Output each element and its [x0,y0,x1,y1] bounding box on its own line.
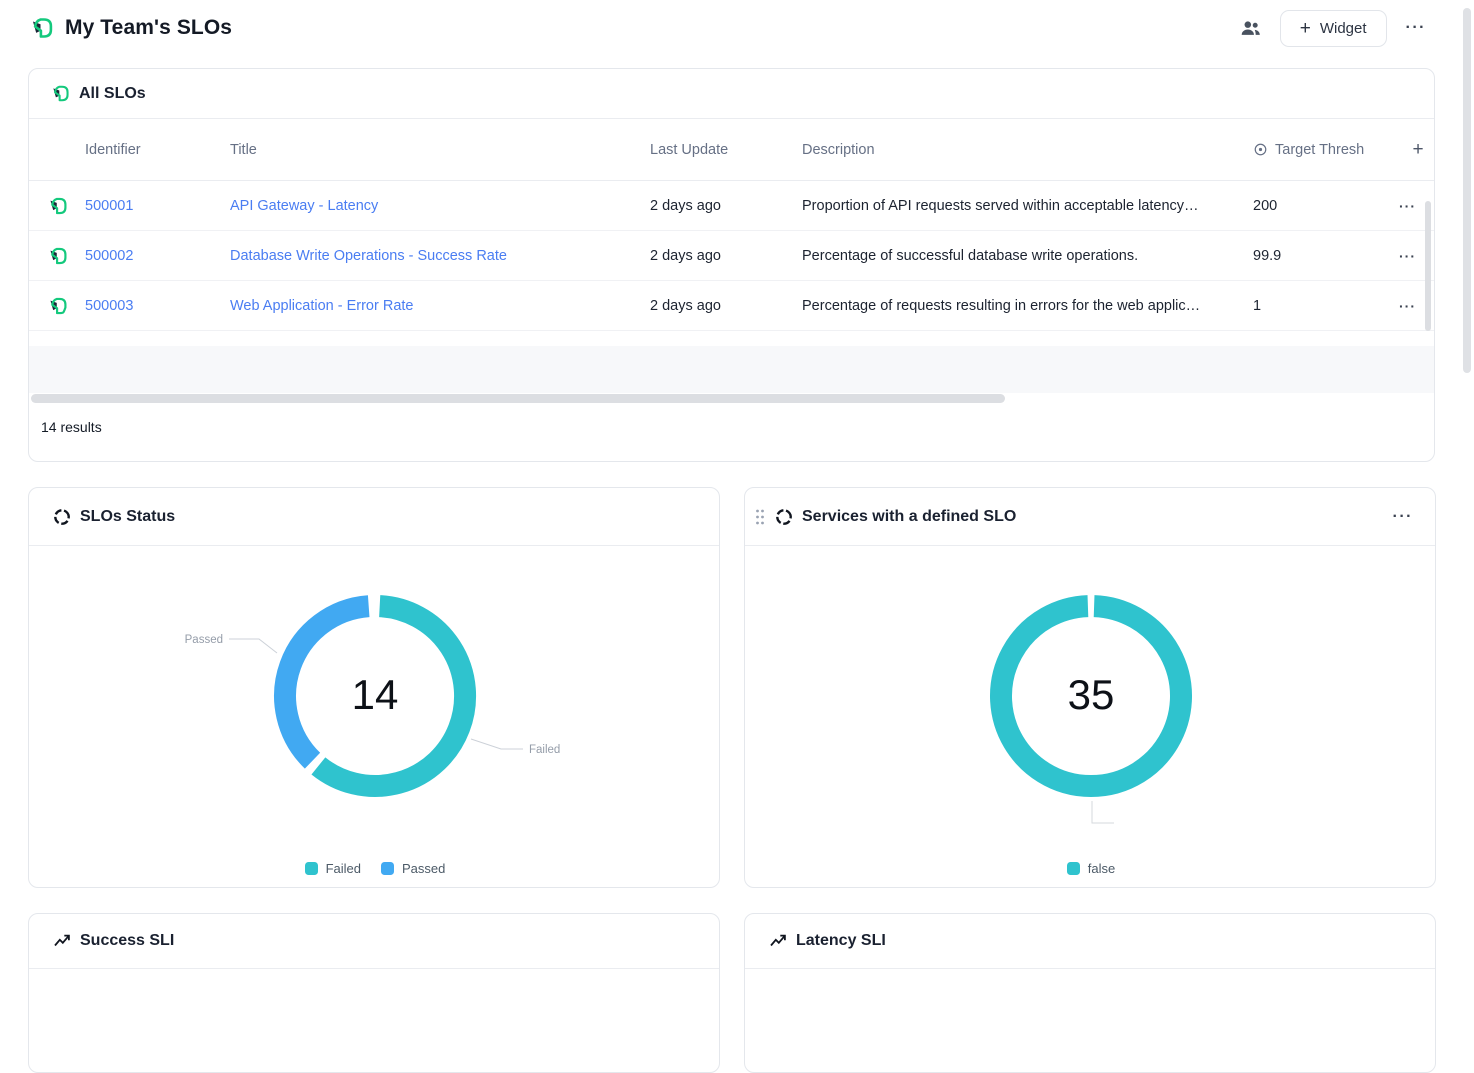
last-update-cell: 2 days ago [650,248,802,264]
column-header-title: Title [230,142,650,158]
target-thresh-cell: 99.9 [1225,248,1385,264]
callout-label-failed: Failed [529,744,560,756]
title-link[interactable]: Database Write Operations - Success Rate [230,248,650,264]
table-row: 500003 Web Application - Error Rate 2 da… [29,281,1434,331]
blueprint-icon [51,84,70,103]
column-header-description: Description [802,142,1225,158]
add-widget-label: Widget [1320,20,1367,37]
title-link[interactable]: API Gateway - Latency [230,198,650,214]
callout-label-passed: Passed [185,634,223,646]
last-update-cell: 2 days ago [650,198,802,214]
target-thresh-cell: 1 [1225,298,1385,314]
page-more-button[interactable]: ··· [1402,17,1430,39]
legend-swatch-passed [381,862,394,875]
widget-title: Success SLI [80,932,174,950]
members-button[interactable] [1236,14,1265,43]
widget-title: Latency SLI [796,932,886,950]
callout-line-false [1092,801,1114,823]
page-title: My Team's SLOs [65,16,232,40]
donut-center-value: 35 [745,674,1436,716]
identifier-link[interactable]: 500001 [85,198,230,214]
pie-chart-icon [775,508,793,526]
chart-legend: false [745,861,1436,876]
app-header: My Team's SLOs + Widget ··· [0,0,1474,56]
slos-status-widget: SLOs Status Passed Failed 14 Failed Pass [28,487,720,888]
line-chart-icon [53,932,71,950]
legend-item-false[interactable]: false [1067,861,1115,876]
callout-line-failed [471,739,523,749]
column-header-target-thresh: Target Thresh [1225,142,1385,158]
table-row: 500002 Database Write Operations - Succe… [29,231,1434,281]
legend-item-passed[interactable]: Passed [381,861,445,876]
table-row: 500001 API Gateway - Latency 2 days ago … [29,181,1434,231]
line-chart-icon [769,932,787,950]
column-header-identifier: Identifier [85,142,230,158]
table-vertical-scrollbar[interactable] [1425,201,1431,331]
all-slos-widget: All SLOs Identifier Title Last Update De… [28,68,1435,462]
column-header-last-update: Last Update [650,142,802,158]
success-sli-header: Success SLI [29,914,719,969]
callout-line-passed [229,639,277,653]
description-cell: Percentage of requests resulting in erro… [802,298,1225,314]
entity-icon [48,246,68,266]
add-widget-button[interactable]: + Widget [1280,10,1387,47]
last-update-cell: 2 days ago [650,298,802,314]
entity-icon [48,296,68,316]
slos-status-header: SLOs Status [29,488,719,546]
widget-title: All SLOs [79,85,146,103]
latency-sli-widget: Latency SLI [744,913,1436,1073]
donut-center-value: 14 [29,674,720,716]
page-vertical-scrollbar[interactable] [1463,8,1471,373]
table-horizontal-scrollbar[interactable] [31,394,1005,403]
results-count: 14 results [41,419,102,435]
widget-more-button[interactable]: ··· [1389,506,1417,528]
people-icon [1239,17,1262,40]
chart-legend: Failed Passed [29,861,720,876]
pie-chart-icon [53,508,71,526]
services-slo-chart: 35 false [745,546,1436,888]
table-empty-band [29,346,1434,393]
latency-sli-header: Latency SLI [745,914,1435,969]
identifier-link[interactable]: 500002 [85,248,230,264]
description-cell: Percentage of successful database write … [802,248,1225,264]
widget-title: Services with a defined SLO [802,508,1016,526]
description-cell: Proportion of API requests served within… [802,198,1225,214]
add-column-button[interactable]: + [1385,140,1434,159]
target-thresh-cell: 200 [1225,198,1385,214]
legend-swatch-false [1067,862,1080,875]
target-icon [1253,142,1268,157]
entity-icon [48,196,68,216]
legend-swatch-failed [305,862,318,875]
identifier-link[interactable]: 500003 [85,298,230,314]
drag-handle-icon[interactable] [754,508,766,526]
port-logo-icon [30,16,54,40]
title-link[interactable]: Web Application - Error Rate [230,298,650,314]
services-slo-header: Services with a defined SLO ··· [745,488,1435,546]
slos-status-chart: Passed Failed 14 Failed Passed [29,546,720,888]
success-sli-widget: Success SLI [28,913,720,1073]
legend-item-failed[interactable]: Failed [305,861,361,876]
table-header-row: Identifier Title Last Update Description… [29,119,1434,181]
plus-icon: + [1300,19,1311,38]
widget-title: SLOs Status [80,508,175,526]
all-slos-header: All SLOs [29,69,1434,119]
services-slo-widget: Services with a defined SLO ··· 35 false [744,487,1436,888]
